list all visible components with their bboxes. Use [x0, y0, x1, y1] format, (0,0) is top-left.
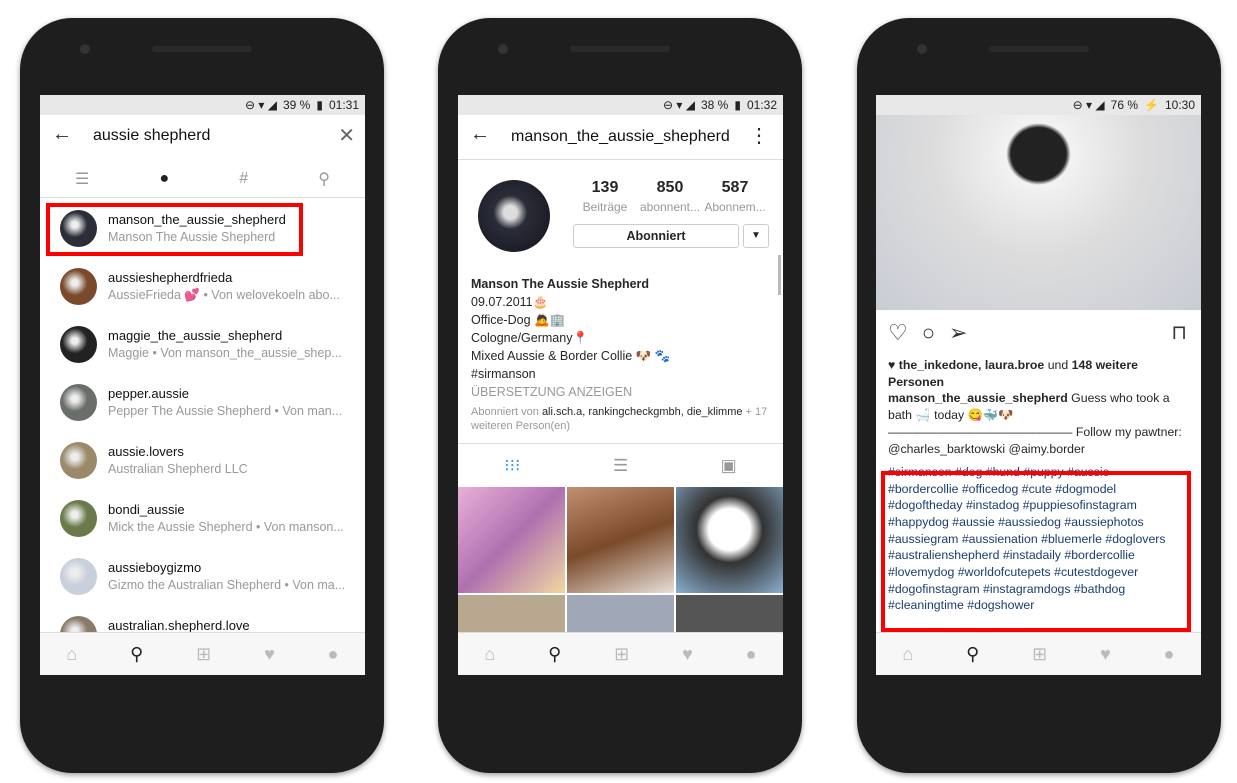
result-subtitle: Pepper The Aussie Shepherd • Von man... [108, 404, 343, 418]
status-bar: ⊖ ▾ ◢ 76 % ⚡ 10:30 [876, 95, 1201, 115]
heart-icon[interactable]: ♥ [682, 644, 693, 665]
back-arrow-icon[interactable]: ← [52, 123, 72, 146]
bio-line: 09.07.2011🎂 [471, 295, 549, 309]
bottom-nav: ⌂ ⚲ ⊞ ♥ ● [40, 632, 365, 675]
profile-icon[interactable]: ● [1164, 644, 1175, 665]
avatar [60, 558, 97, 595]
result-username: pepper.aussie [108, 386, 189, 401]
result-username: maggie_the_aussie_shepherd [108, 328, 283, 343]
highlight-box [881, 471, 1191, 632]
profile-title: manson_the_aussie_shepherd [511, 128, 730, 145]
tab-top[interactable]: ☰ [75, 169, 89, 189]
photo-thumb[interactable] [458, 487, 565, 593]
avatar [60, 500, 97, 537]
profile-icon[interactable]: ● [328, 644, 339, 665]
tab-people[interactable]: ● [159, 170, 169, 188]
bottom-nav: ⌂ ⚲ ⊞ ♥ ● [458, 632, 783, 675]
photo-thumb[interactable] [676, 595, 783, 635]
like-icon[interactable]: ♡ [888, 320, 908, 346]
bio: Manson The Aussie Shepherd 09.07.2011🎂 Of… [471, 275, 773, 433]
photo-thumb[interactable] [458, 595, 565, 635]
photo-thumb[interactable] [676, 487, 783, 593]
grid-view-icon[interactable]: ⁝⁝⁝ [504, 456, 520, 476]
result-subtitle: Maggie • Von manson_the_aussie_shep... [108, 346, 342, 360]
following-button[interactable]: Abonniert [573, 224, 739, 248]
add-icon[interactable]: ⊞ [196, 644, 211, 665]
tab-places[interactable]: ⚲ [318, 169, 330, 189]
followed-by: Abonniert von ali.sch.a, rankingcheckgmb… [471, 406, 768, 432]
photo-thumb[interactable] [567, 487, 674, 593]
status-bar: ⊖ ▾ ◢ 39 % ▮ 01:31 [40, 95, 365, 115]
post-screen: ⊖ ▾ ◢ 76 % ⚡ 10:30 ♡ ○ ➢ ⊓ ♥ the_inkedone, la… [876, 95, 1201, 675]
home-icon[interactable]: ⌂ [484, 644, 495, 665]
dropdown-icon[interactable]: ▼ [743, 224, 769, 248]
translate-link[interactable]: ÜBERSETZUNG ANZEIGEN [471, 383, 773, 401]
stat[interactable]: 139 Beiträge [570, 179, 640, 214]
bookmark-icon[interactable]: ⊓ [1171, 320, 1187, 345]
tab-tags[interactable]: # [239, 170, 248, 188]
avatar [60, 384, 97, 421]
avatar [60, 442, 97, 479]
bio-line: Cologne/Germany📍 [471, 331, 589, 345]
search-screen: ⊖ ▾ ◢ 39 % ▮ 01:31 ← aussie shepherd ✕ ☰ ● # ⚲… [40, 95, 365, 675]
add-icon[interactable]: ⊞ [1032, 644, 1047, 665]
home-icon[interactable]: ⌂ [902, 644, 913, 665]
search-input[interactable]: aussie shepherd [93, 127, 210, 145]
home-icon[interactable]: ⌂ [66, 644, 77, 665]
search-icon[interactable]: ⚲ [548, 644, 561, 665]
bio-line: #sirmanson [471, 367, 536, 381]
bottom-nav: ⌂ ⚲ ⊞ ♥ ● [876, 632, 1201, 675]
result-username: bondi_aussie [108, 502, 185, 517]
bio-line: Office-Dog 🙇🏢 [471, 313, 566, 327]
search-result[interactable]: bondi_aussie Mick the Aussie Shepherd • V… [40, 490, 365, 548]
status-bar: ⊖ ▾ ◢ 38 % ▮ 01:32 [458, 95, 783, 115]
phone-3: ⊖ ▾ ◢ 76 % ⚡ 10:30 ♡ ○ ➢ ⊓ ♥ the_inkedone, la… [857, 18, 1221, 773]
profile-icon[interactable]: ● [746, 644, 757, 665]
more-icon[interactable]: ⋮ [749, 123, 769, 148]
result-subtitle: AussieFrieda 💕 • Von welovekoeln abo... [108, 288, 340, 302]
search-icon[interactable]: ⚲ [966, 644, 979, 665]
avatar [60, 268, 97, 305]
phone-2: ⊖ ▾ ◢ 38 % ▮ 01:32 ← manson_the_aussie_shep… [438, 18, 802, 773]
result-username: aussieboygizmo [108, 560, 202, 575]
profile-screen: ⊖ ▾ ◢ 38 % ▮ 01:32 ← manson_the_aussie_shep… [458, 95, 783, 675]
back-arrow-icon[interactable]: ← [470, 123, 490, 146]
tagged-icon[interactable]: ▣ [721, 456, 737, 476]
phone-1: ⊖ ▾ ◢ 39 % ▮ 01:31 ← aussie shepherd ✕ ☰ ● # ⚲… [20, 18, 384, 773]
bio-line: Mixed Aussie & Border Collie 🐶 🐾 [471, 349, 671, 363]
result-username: australian.shepherd.love [108, 618, 250, 633]
result-subtitle: Australian Shepherd LLC [108, 462, 248, 476]
photo-grid [458, 487, 783, 635]
photo-thumb[interactable] [567, 595, 674, 635]
search-icon[interactable]: ⚲ [130, 644, 143, 665]
highlight-box [46, 203, 303, 256]
result-subtitle: Mick the Aussie Shepherd • Von manson... [108, 520, 344, 534]
search-result[interactable]: aussieboygizmo Gizmo the Australian Sheph… [40, 548, 365, 606]
scrollbar[interactable] [778, 255, 781, 295]
search-result[interactable]: pepper.aussie Pepper The Aussie Shepherd … [40, 374, 365, 432]
stat[interactable]: 587 Abonnem... [700, 179, 770, 214]
stat[interactable]: 850 abonnent... [635, 179, 705, 214]
comment-icon[interactable]: ○ [922, 320, 935, 346]
avatar [60, 326, 97, 363]
add-icon[interactable]: ⊞ [614, 644, 629, 665]
likes-text: ♥ the_inkedone, laura.broe und 148 weite… [888, 358, 1138, 389]
result-username: aussie.lovers [108, 444, 184, 459]
heart-icon[interactable]: ♥ [264, 644, 275, 665]
search-result[interactable]: maggie_the_aussie_shepherd Maggie • Von m… [40, 316, 365, 374]
heart-icon[interactable]: ♥ [1100, 644, 1111, 665]
search-result[interactable]: aussie.lovers Australian Shepherd LLC [40, 432, 365, 490]
result-username: aussieshepherdfrieda [108, 270, 233, 285]
post-photo[interactable] [876, 115, 1201, 310]
list-view-icon[interactable]: ☰ [613, 456, 628, 476]
share-icon[interactable]: ➢ [949, 320, 967, 346]
clear-icon[interactable]: ✕ [338, 123, 355, 148]
profile-avatar [478, 180, 550, 252]
search-result[interactable]: aussieshepherdfrieda AussieFrieda 💕 • Von… [40, 258, 365, 316]
result-subtitle: Gizmo the Australian Shepherd • Von ma..… [108, 578, 346, 592]
